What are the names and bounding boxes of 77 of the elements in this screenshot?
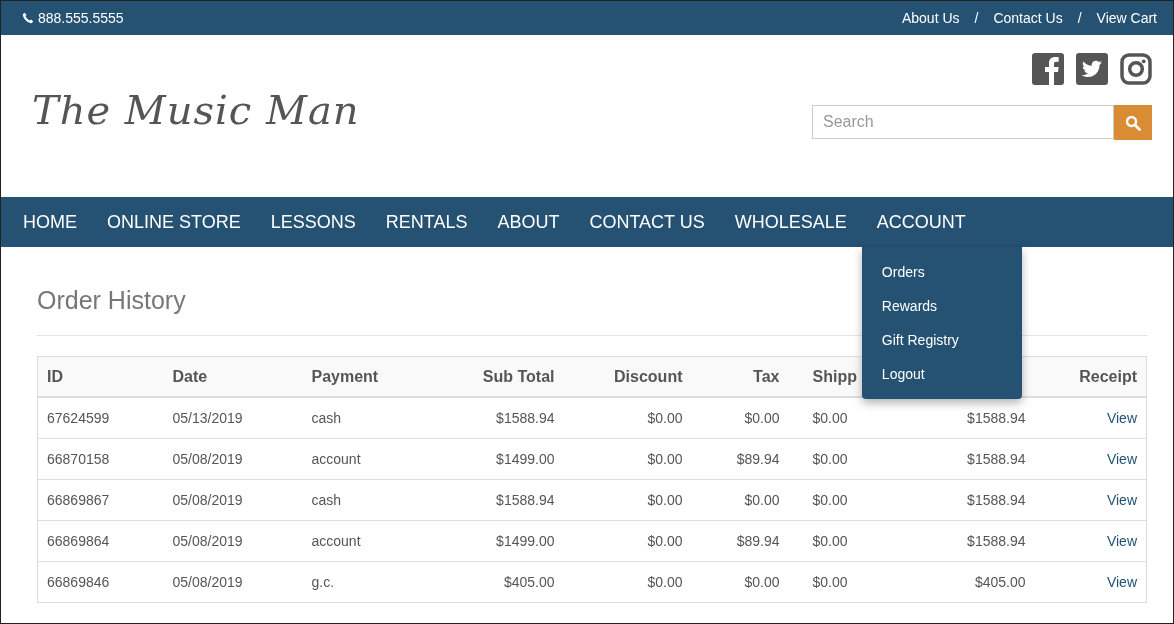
table-cell: 67624599: [37, 397, 164, 439]
table-cell: $0.00: [563, 397, 692, 439]
table-cell: $405.00: [440, 561, 564, 603]
table-cell: 05/08/2019: [163, 438, 303, 480]
phone-icon: [22, 12, 34, 24]
table-cell: $1588.94: [914, 479, 1035, 521]
nav-item[interactable]: CONTACT US: [574, 197, 720, 247]
menu-item[interactable]: Orders: [861, 255, 1022, 289]
top-link[interactable]: Contact Us: [993, 10, 1063, 26]
nav-item[interactable]: LESSONS: [255, 197, 371, 247]
link-separator: /: [974, 10, 979, 26]
table-cell: $89.94: [691, 520, 789, 562]
nav-item[interactable]: WHOLESALE: [719, 197, 862, 247]
table-cell: $1588.94: [440, 479, 564, 521]
top-link[interactable]: View Cart: [1096, 10, 1157, 26]
search-field[interactable]: Search: [812, 105, 1114, 139]
phone-number: 888.555.5555: [38, 10, 124, 26]
table-cell: cash: [302, 397, 441, 439]
table-cell: $0.00: [691, 561, 789, 603]
column-header: Date: [163, 356, 303, 397]
table-cell: $0.00: [691, 397, 789, 439]
table-cell: $0.00: [788, 438, 915, 480]
nav-item[interactable]: RENTALS: [370, 197, 483, 247]
table-cell: $0.00: [563, 561, 692, 603]
menu-item[interactable]: Gift Registry: [861, 323, 1022, 357]
table-cell: $1588.94: [914, 397, 1035, 439]
link-separator: /: [1077, 10, 1082, 26]
table-cell: $0.00: [788, 561, 915, 603]
instagram-icon[interactable]: [1120, 53, 1152, 85]
view-link[interactable]: View: [1106, 410, 1137, 426]
table-cell: $1499.00: [440, 520, 564, 562]
nav-item[interactable]: HOME: [8, 197, 92, 247]
top-link[interactable]: About Us: [901, 10, 960, 26]
menu-item[interactable]: Rewards: [861, 289, 1022, 323]
view-link[interactable]: View: [1106, 492, 1137, 508]
nav-item[interactable]: ABOUT: [482, 197, 575, 247]
table-cell: 05/13/2019: [163, 397, 303, 439]
table-cell: $0.00: [788, 397, 915, 439]
table-cell: $1588.94: [914, 438, 1035, 480]
table-cell: $0.00: [563, 479, 692, 521]
table-cell: 66869867: [37, 479, 164, 521]
column-header: Payment: [302, 356, 441, 397]
table-cell: g.c.: [302, 561, 441, 603]
table-cell: $0.00: [788, 479, 915, 521]
table-cell: $1588.94: [914, 520, 1035, 562]
table-cell: 66869846: [37, 561, 164, 603]
table-cell: $89.94: [691, 438, 789, 480]
column-header: Discount: [563, 356, 692, 397]
column-header: Receipt: [1034, 356, 1147, 397]
table-cell: 66870158: [37, 438, 164, 480]
column-header: ID: [37, 356, 164, 397]
page-title: Order History: [37, 286, 186, 316]
table-cell: account: [302, 438, 441, 480]
logo[interactable]: The Music Man: [32, 87, 360, 139]
column-header: Tax: [691, 356, 789, 397]
table-cell: 05/08/2019: [163, 479, 303, 521]
table-cell: 05/08/2019: [163, 520, 303, 562]
table-cell: $1499.00: [440, 438, 564, 480]
table-cell: $1588.94: [440, 397, 564, 439]
facebook-icon[interactable]: [1032, 53, 1064, 85]
table-cell: 05/08/2019: [163, 561, 303, 603]
view-link[interactable]: View: [1106, 574, 1137, 590]
table-cell: $0.00: [691, 479, 789, 521]
view-link[interactable]: View: [1106, 533, 1137, 549]
search-button[interactable]: [1114, 105, 1152, 140]
nav-item[interactable]: ONLINE STORE: [92, 197, 256, 247]
table-cell: $0.00: [563, 438, 692, 480]
column-header: Sub Total: [440, 356, 564, 397]
table-cell: account: [302, 520, 441, 562]
twitter-icon[interactable]: [1076, 53, 1108, 85]
search-icon: [1125, 114, 1141, 131]
table-cell: $0.00: [563, 520, 692, 562]
table-cell: cash: [302, 479, 441, 521]
view-link[interactable]: View: [1106, 451, 1137, 467]
table-cell: $0.00: [788, 520, 915, 562]
table-cell: $405.00: [914, 561, 1035, 603]
table-cell: 66869864: [37, 520, 164, 562]
